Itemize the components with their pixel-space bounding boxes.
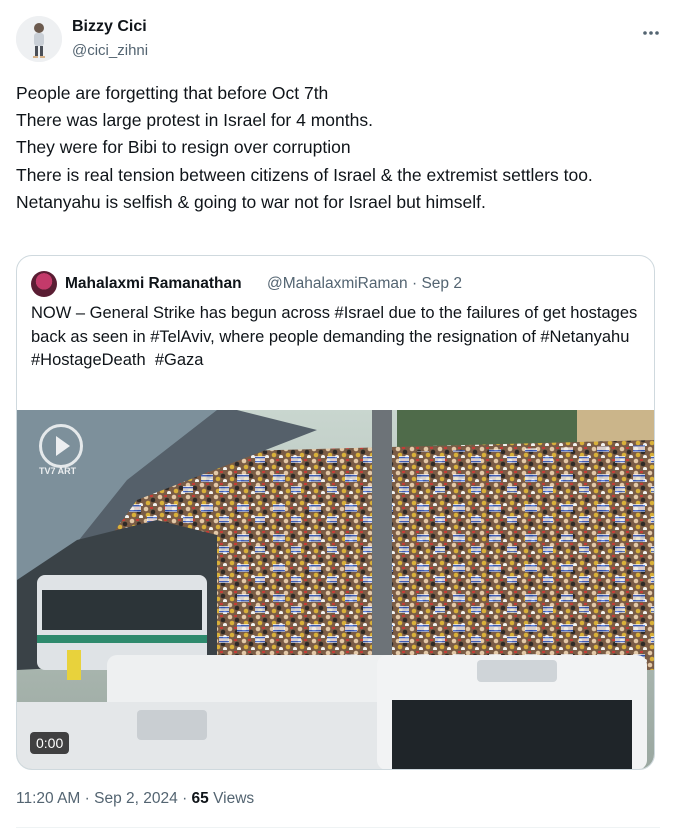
meta-separator: · xyxy=(411,275,418,292)
quoted-date: Sep 2 xyxy=(421,275,462,292)
quoted-author-meta: @MahalaxmiRaman · Sep 2 xyxy=(267,275,462,293)
tweet-text: People are forgetting that before Oct 7t… xyxy=(16,83,593,212)
ellipsis-icon[interactable] xyxy=(642,20,660,41)
views-label: Views xyxy=(213,790,255,807)
quoted-video[interactable]: TV7 ART 0:00 xyxy=(17,410,654,769)
quoted-tweet-text: NOW – General Strike has begun across #I… xyxy=(31,304,638,369)
quoted-author-avatar xyxy=(31,271,57,297)
tv7-logo-icon xyxy=(39,424,83,468)
author-display-name[interactable]: Bizzy Cici xyxy=(72,18,147,36)
quoted-author-name: Mahalaxmi Ramanathan xyxy=(65,275,242,292)
video-time-badge: 0:00 xyxy=(30,732,70,754)
tweet-time[interactable]: 11:20 AM xyxy=(16,790,80,807)
video-watermark: TV7 ART xyxy=(39,466,77,476)
quoted-tweet[interactable]: Mahalaxmi Ramanathan @MahalaxmiRaman · S… xyxy=(16,255,655,770)
author-avatar[interactable] xyxy=(16,16,62,62)
tweet-footer: 11:20 AM · Sep 2, 2024 · 65 Views xyxy=(16,790,254,808)
views-count[interactable]: 65 xyxy=(192,790,209,807)
footer-separator: · xyxy=(182,790,188,807)
footer-separator: · xyxy=(84,790,90,807)
tweet-date[interactable]: Sep 2, 2024 xyxy=(94,790,178,807)
footer-divider xyxy=(16,827,660,828)
tweet-header: Bizzy Cici @cici_zihni xyxy=(16,14,660,64)
video-thumbnail xyxy=(17,410,654,769)
quoted-author-handle: @MahalaxmiRaman xyxy=(267,275,408,292)
quoted-tweet-header: Mahalaxmi Ramanathan @MahalaxmiRaman · S… xyxy=(31,271,644,297)
author-handle[interactable]: @cici_zihni xyxy=(72,42,148,59)
